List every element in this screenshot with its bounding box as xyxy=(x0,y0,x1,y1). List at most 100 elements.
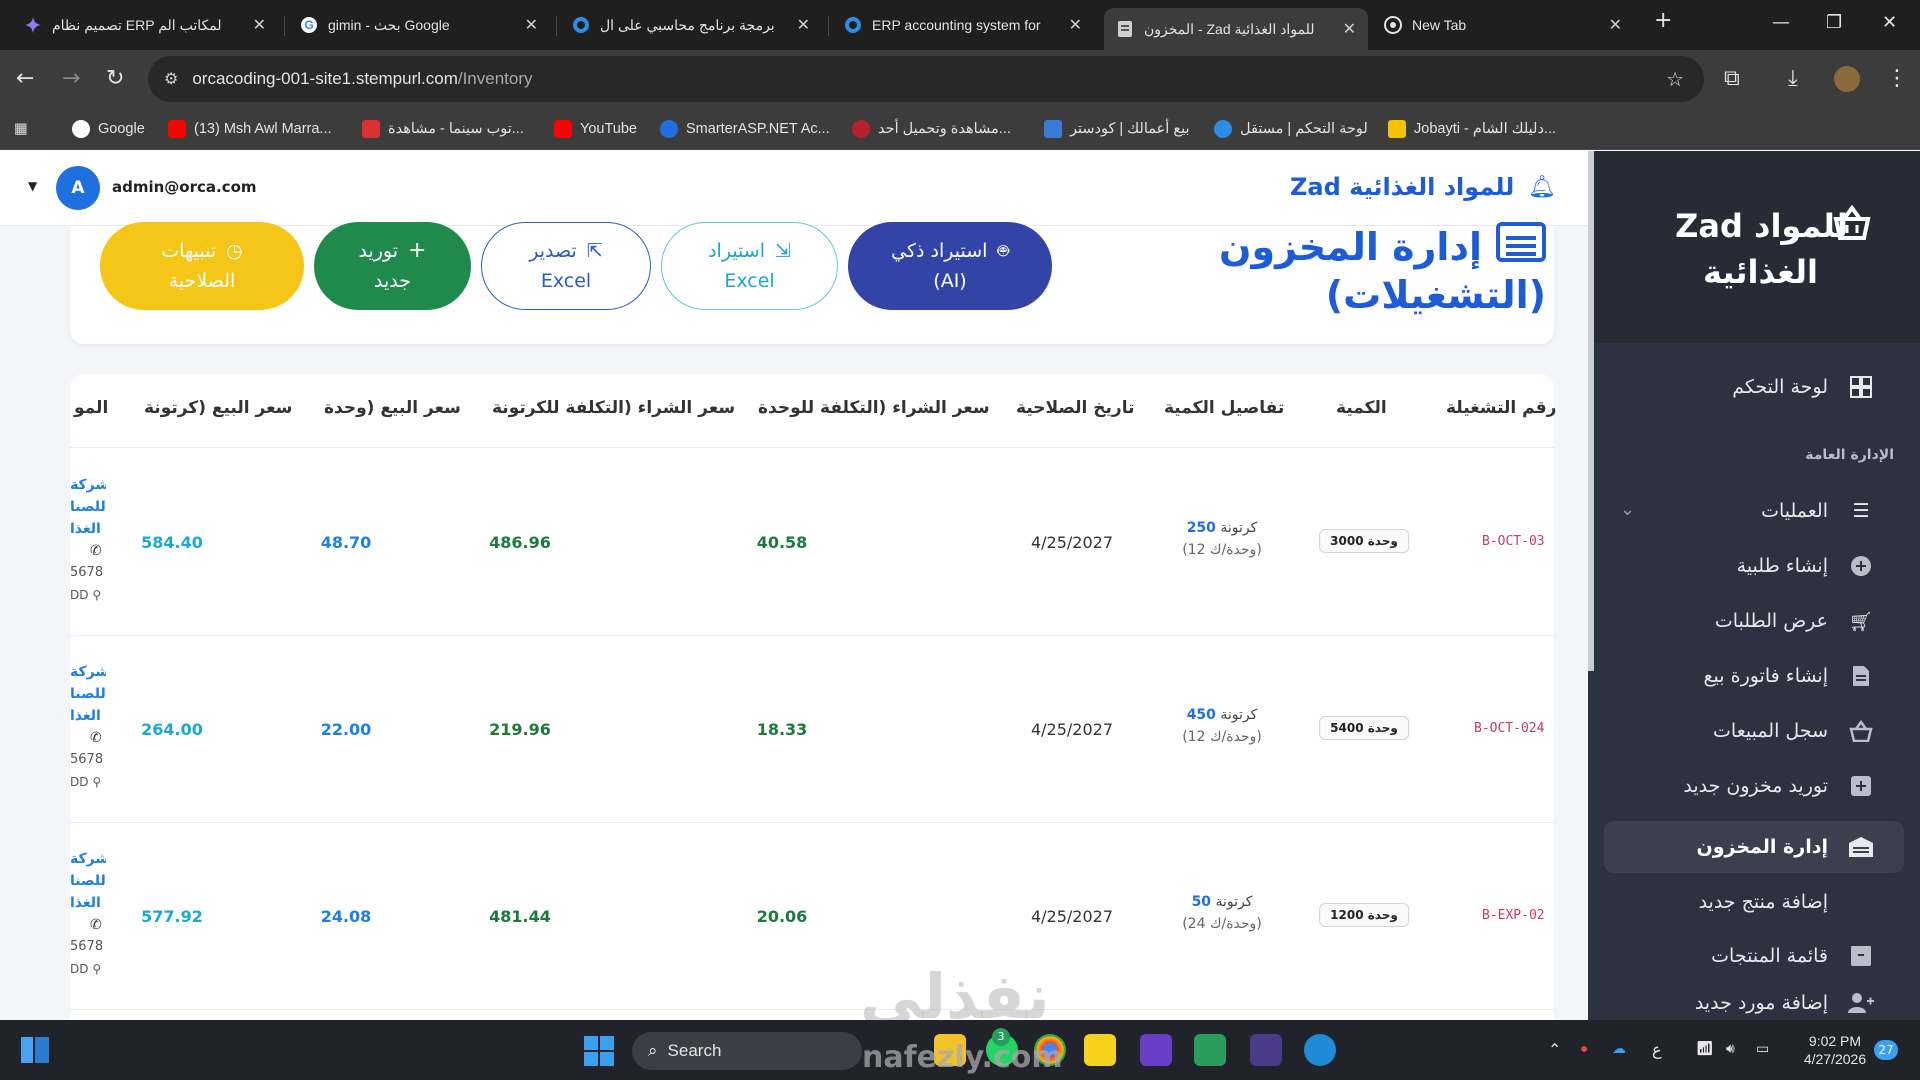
new-tab-icon[interactable]: + xyxy=(1654,8,1672,33)
site-icon xyxy=(1388,120,1406,138)
browser-tab[interactable]: تصميم نظام ERP لمكاتب الم ✕ xyxy=(12,8,278,42)
app-icon[interactable] xyxy=(1194,1034,1226,1066)
site-icon xyxy=(1214,120,1232,138)
sale-per-unit: 48.70 xyxy=(320,533,372,552)
new-supply-button[interactable]: توريد + جديد xyxy=(314,222,471,310)
reload-icon[interactable]: ↻ xyxy=(106,66,124,91)
taskbar-search[interactable]: ⌕ Search xyxy=(632,1032,862,1070)
bookmark-item[interactable]: YouTube xyxy=(554,118,637,140)
user-dropdown-caret-icon[interactable]: ▼ xyxy=(28,179,37,193)
location-pin-icon: ⚲ xyxy=(92,588,102,602)
expiry-date: 4/25/2027 xyxy=(1030,720,1114,739)
scrollbar[interactable] xyxy=(1588,151,1594,671)
column-header: سعر البيع (كرتونة xyxy=(144,398,293,418)
battery-icon[interactable]: ▭ xyxy=(1756,1040,1769,1057)
export-excel-button[interactable]: تصدير ⇱ Excel xyxy=(481,222,651,310)
site-icon xyxy=(844,16,862,34)
close-tab-icon[interactable]: ✕ xyxy=(1069,15,1082,35)
browser-tab[interactable]: ERP accounting system for ✕ xyxy=(832,8,1094,42)
site-info-icon[interactable]: ⚙ xyxy=(164,69,178,89)
tray-app-icon[interactable]: ● xyxy=(1580,1040,1588,1056)
bookmark-item[interactable]: Jobayti - دليلك الشام... xyxy=(1388,118,1556,140)
column-header: سعر الشراء (التكلفة للكرتونة xyxy=(492,398,736,418)
input-language[interactable]: ع xyxy=(1652,1040,1662,1060)
chevron-down-icon: ⌄ xyxy=(1620,499,1636,520)
sidebar-item-inventory[interactable]: إدارة المخزون xyxy=(1604,821,1904,873)
sidebar-item-add-supplier[interactable]: إضافة مورد جديد xyxy=(1604,985,1904,1021)
bookmark-item[interactable]: توب سينما - مشاهدة... xyxy=(362,118,524,140)
sidebar-brand: Zad للمواد الغذائية xyxy=(1588,151,1920,343)
chrome-icon xyxy=(1384,16,1402,34)
close-tab-icon[interactable]: ✕ xyxy=(525,15,538,35)
bookmark-item[interactable]: لوحة التحكم | مستقل xyxy=(1214,118,1368,140)
code-icon xyxy=(1044,120,1062,138)
tray-chevron-icon[interactable]: ⌃ xyxy=(1548,1040,1561,1060)
terminal-icon[interactable] xyxy=(1250,1034,1282,1066)
youtube-icon xyxy=(168,120,186,138)
tray-cloud-icon[interactable]: ☁ xyxy=(1612,1040,1626,1057)
wifi-icon[interactable]: 📶︎ xyxy=(1696,1040,1714,1057)
search-icon: ⌕ xyxy=(648,1041,658,1060)
sidebar-item-product-list[interactable]: قائمة المنتجات xyxy=(1604,930,1904,982)
sidebar-item-create-invoice[interactable]: إنشاء فاتورة بيع xyxy=(1604,650,1904,702)
google-icon xyxy=(72,120,90,138)
expiry-alerts-button[interactable]: تنبيهات ◷ الصلاحية xyxy=(100,222,304,310)
download-icon[interactable]: ⤓ xyxy=(1788,66,1798,91)
phone-icon: ✆ xyxy=(90,917,102,933)
clock-time: 9:02 PM xyxy=(1808,1033,1862,1049)
close-tab-icon[interactable]: ✕ xyxy=(1609,15,1622,35)
cost-per-carton: 481.44 xyxy=(489,907,551,926)
ai-import-button[interactable]: استيراد ذكي 🤖︎ (AI) xyxy=(848,222,1052,310)
bell-icon[interactable]: 🔔︎ xyxy=(1528,175,1556,200)
sidebar-item-operations[interactable]: ⌄ العمليات ☰ xyxy=(1604,485,1904,537)
edge-icon[interactable] xyxy=(1304,1034,1336,1066)
close-tab-icon[interactable]: ✕ xyxy=(1343,19,1356,39)
bookmark-item[interactable]: Google xyxy=(72,118,145,140)
sidebar-item-new-stock[interactable]: توريد مخزون جديد xyxy=(1604,760,1904,812)
cost-per-carton: 486.96 xyxy=(489,533,551,552)
quantity-badge: 1200 وحدة xyxy=(1319,903,1409,927)
import-excel-button[interactable]: استيراد ⇲ Excel xyxy=(661,222,838,310)
close-tab-icon[interactable]: ✕ xyxy=(797,15,810,35)
sidebar-section-label: الإدارة العامة xyxy=(1805,447,1894,463)
sticky-notes-icon[interactable] xyxy=(1084,1034,1116,1066)
sidebar-item-sales-log[interactable]: سجل المبيعات xyxy=(1604,705,1904,757)
clock[interactable]: 9:02 PM 4/27/2026 xyxy=(1800,1032,1870,1068)
minimize-icon[interactable]: — xyxy=(1772,12,1790,33)
address-bar[interactable]: ⚙ orcacoding-001-site1.stempurl.com/Inve… xyxy=(148,56,1704,102)
svg-text:G: G xyxy=(304,18,313,32)
menu-icon[interactable]: ⋮ xyxy=(1886,66,1908,91)
volume-icon[interactable]: 🔊︎ xyxy=(1726,1040,1735,1057)
sidebar-item-add-product[interactable]: إضافة منتج جديد xyxy=(1604,876,1904,928)
bookmark-item[interactable]: (13) Msh Awl Marra... xyxy=(168,118,332,140)
sidebar-item-view-orders[interactable]: عرض الطلبات 🛒︎ xyxy=(1604,595,1904,647)
browser-tab-active[interactable]: المخزون - Zad للمواد الغذائية ✕ xyxy=(1104,8,1368,50)
bookmark-star-icon[interactable]: ☆ xyxy=(1666,67,1684,92)
column-header: تفاصيل الكمية xyxy=(1164,398,1285,418)
browser-tab[interactable]: G gimin - بحث Google ✕ xyxy=(288,8,550,42)
browser-tab[interactable]: New Tab ✕ xyxy=(1372,8,1634,42)
avatar[interactable]: A xyxy=(56,166,100,210)
profile-avatar[interactable] xyxy=(1834,66,1860,92)
close-tab-icon[interactable]: ✕ xyxy=(253,15,266,35)
widgets-icon[interactable] xyxy=(20,1036,50,1064)
windows-start-icon[interactable] xyxy=(584,1036,614,1070)
bookmark-item[interactable]: SmarterASP.NET Ac... xyxy=(660,118,830,140)
forward-icon[interactable]: → xyxy=(62,66,80,91)
bookmark-item[interactable]: بيع أعمالك | كودستر xyxy=(1044,118,1189,140)
bookmark-item[interactable]: مشاهدة وتحميل أحد... xyxy=(852,118,1011,140)
notification-count[interactable]: 27 xyxy=(1874,1040,1898,1060)
add-user-icon xyxy=(1848,990,1874,1016)
back-icon[interactable]: ← xyxy=(16,66,34,91)
sidebar-item-dashboard[interactable]: لوحة التحكم xyxy=(1604,361,1904,413)
cost-per-carton: 219.96 xyxy=(489,720,551,739)
restore-icon[interactable]: ❐ xyxy=(1826,12,1842,33)
visual-studio-icon[interactable] xyxy=(1140,1034,1172,1066)
cost-per-unit: 18.33 xyxy=(756,720,808,739)
apps-icon[interactable]: ▦ xyxy=(14,118,28,140)
extensions-icon[interactable]: ⧉ xyxy=(1724,66,1740,91)
close-window-icon[interactable]: ✕ xyxy=(1882,12,1897,33)
sidebar-item-create-order[interactable]: إنشاء طلبية xyxy=(1604,540,1904,592)
browser-tab[interactable]: برمجة برنامج محاسبي على ال ✕ xyxy=(560,8,822,42)
list-icon: ☰ xyxy=(1852,500,1870,522)
